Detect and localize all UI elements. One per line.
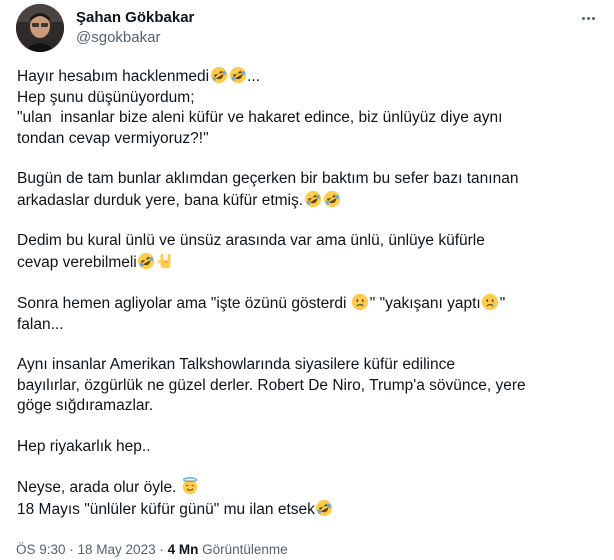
tweet-text-segment: Aynı insanlar Amerikan Talkshowlarında s… — [17, 356, 455, 373]
avatar[interactable] — [16, 4, 64, 52]
tweet-line: Hep şunu düşünüyordum; — [17, 88, 597, 109]
tweet-line: 18 Mayıs "ünlüler küfür günü" mu ilan et… — [17, 499, 597, 521]
rofl-emoji — [229, 66, 247, 84]
tweet-paragraph: Aynı insanlar Amerikan Talkshowlarında s… — [17, 355, 597, 417]
tweet-paragraph: Neyse, arada olur öyle. 18 Mayıs "ünlüle… — [17, 477, 597, 520]
views-label: Görüntülenme — [202, 542, 288, 557]
tweet-text: Hayır hesabım hacklenmedi... Hep şunu düş… — [17, 66, 597, 540]
tweet-date[interactable]: 18 May 2023 — [78, 542, 156, 557]
rofl-emoji — [137, 252, 155, 270]
tweet-line: tondan cevap vermiyoruz?!" — [17, 129, 597, 150]
display-name[interactable]: Şahan Gökbakar — [76, 8, 194, 28]
tweet-line: falan... — [17, 315, 597, 336]
tweet-line: arkadaslar durduk yere, bana küfür etmiş… — [17, 190, 597, 212]
tweet-paragraph: Hayır hesabım hacklenmedi... Hep şunu düş… — [17, 66, 597, 149]
tweet-line: Sonra hemen agliyolar ama "işte özünü gö… — [17, 293, 597, 315]
tweet-line: göge sığdıramazlar. — [17, 396, 597, 417]
tweet-text-segment: "ulan insanlar bize aleni küfür ve hakar… — [17, 109, 503, 126]
tweet-time[interactable]: ÖS 9:30 — [16, 542, 66, 557]
tweet-text-segment: " — [499, 295, 506, 312]
author-names: Şahan Gökbakar @sgokbakar — [76, 8, 194, 48]
tweet-line: Hayır hesabım hacklenmedi... — [17, 66, 597, 88]
tweet-meta: ÖS 9:30 · 18 May 2023 · 4 Mn Görüntülenm… — [16, 540, 288, 560]
tweet-line: Bugün de tam bunlar aklımdan geçerken bi… — [17, 169, 597, 190]
meta-separator: · — [65, 542, 78, 557]
smiling-halo-emoji — [181, 477, 199, 495]
tweet-line: Aynı insanlar Amerikan Talkshowlarında s… — [17, 355, 597, 376]
tweet-line: Dedim bu kural ünlü ve ünsüz arasında va… — [17, 231, 597, 252]
crying-face-emoji — [481, 293, 499, 311]
tweet-text-segment: Bugün de tam bunlar aklımdan geçerken bi… — [17, 170, 519, 187]
rofl-emoji — [210, 66, 228, 84]
rock-hand-emoji — [156, 252, 174, 270]
meta-separator-2: · — [155, 542, 168, 557]
views-count: 4 Mn — [167, 542, 199, 557]
tweet-text-segment: tondan cevap vermiyoruz?!" — [17, 129, 209, 147]
tweet-text-segment: Hep şunu düşünüyordum; — [17, 88, 195, 106]
tweet-text-segment: Dedim bu kural ünlü ve ünsüz arasında va… — [17, 232, 485, 249]
tweet-line: Neyse, arada olur öyle. — [17, 477, 597, 499]
tweet-line: Hep riyakarlık hep.. — [17, 437, 597, 458]
rofl-emoji — [315, 499, 333, 517]
tweet-text-segment: arkadaslar durduk yere, bana küfür etmiş… — [17, 191, 304, 209]
handle[interactable]: @sgokbakar — [76, 28, 194, 48]
tweet-line: cevap verebilmeli — [17, 252, 597, 274]
tweet-card: Şahan Gökbakar @sgokbakar Hayır hesabım … — [0, 0, 614, 560]
tweet-text-segment: falan... — [17, 315, 64, 333]
tweet-text-segment: ... — [247, 68, 261, 85]
tweet-text-segment: " "yakışanı yaptı — [369, 295, 481, 312]
tweet-text-segment: göge sığdıramazlar. — [17, 397, 154, 414]
tweet-text-segment: Hep riyakarlık hep.. — [17, 437, 151, 455]
tweet-paragraph: Bugün de tam bunlar aklımdan geçerken bi… — [17, 169, 597, 211]
tweet-paragraph: Hep riyakarlık hep.. — [17, 437, 597, 458]
more-options-icon[interactable] — [578, 10, 598, 26]
crying-face-emoji — [351, 293, 369, 311]
tweet-line: "ulan insanlar bize aleni küfür ve hakar… — [17, 108, 597, 129]
tweet-text-segment: Sonra hemen agliyolar ama "işte özünü gö… — [17, 295, 351, 312]
tweet-line: bayılırlar, özgürlük ne güzel derler. Ro… — [17, 376, 597, 397]
avatar-photo — [16, 4, 64, 52]
rofl-emoji — [304, 190, 322, 208]
tweet-text-segment: cevap verebilmeli — [17, 253, 137, 271]
tweet-text-segment: bayılırlar, özgürlük ne güzel derler. Ro… — [17, 376, 526, 394]
tweet-header: Şahan Gökbakar @sgokbakar — [16, 4, 598, 52]
tweet-text-segment: Hayır hesabım hacklenmedi — [17, 68, 210, 85]
tweet-text-segment: 18 Mayıs "ünlüler küfür günü" mu ilan et… — [17, 500, 315, 518]
tweet-text-segment: Neyse, arada olur öyle. — [17, 479, 181, 496]
tweet-paragraph: Sonra hemen agliyolar ama "işte özünü gö… — [17, 293, 597, 335]
tweet-paragraph: Dedim bu kural ünlü ve ünsüz arasında va… — [17, 231, 597, 273]
rofl-emoji — [323, 190, 341, 208]
